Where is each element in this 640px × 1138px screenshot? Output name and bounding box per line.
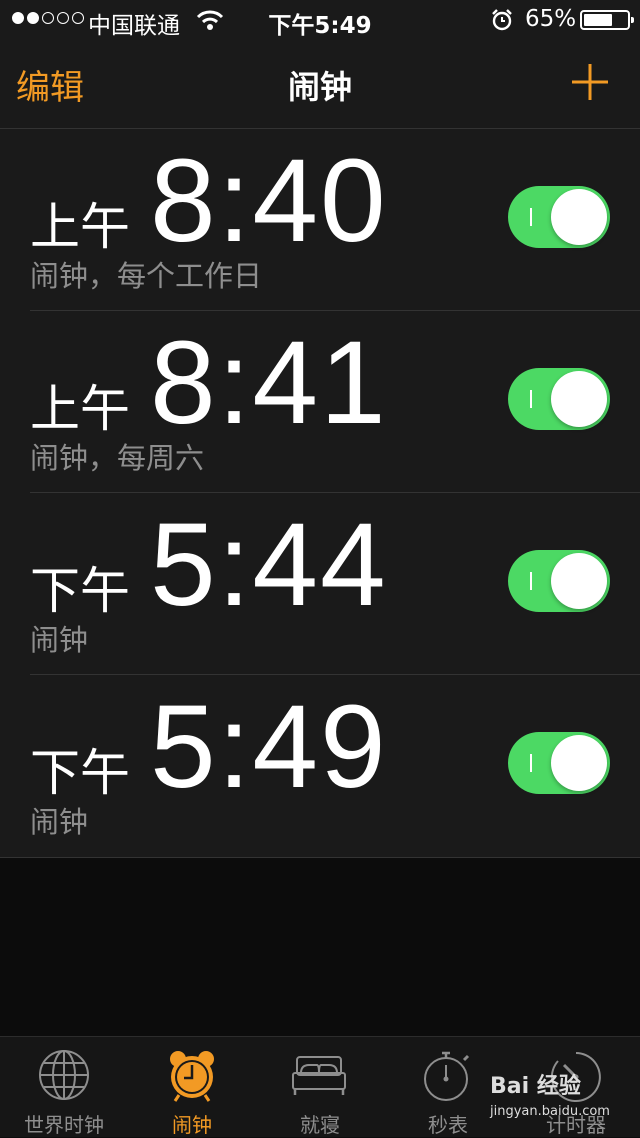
alarm-row[interactable]: 上午 8:41 闹钟，每周六 — [0, 311, 640, 493]
watermark-text: Bai 经验 — [490, 1074, 581, 1099]
tab-label: 世界时钟 — [24, 1113, 104, 1137]
alarm-row[interactable]: 下午 5:44 闹钟 — [0, 493, 640, 675]
watermark-url: jingyan.baidu.com — [490, 1104, 610, 1119]
alarm-toggle[interactable] — [508, 186, 610, 248]
globe-icon — [39, 1050, 89, 1100]
alarm-period: 上午 — [30, 380, 130, 438]
alarm-toggle[interactable] — [508, 550, 610, 612]
bed-icon — [292, 1056, 346, 1095]
alarm-indicator-icon — [490, 8, 514, 38]
battery-percent: 65% — [525, 6, 577, 32]
alarm-period: 上午 — [30, 198, 130, 256]
alarm-clock-icon — [170, 1051, 214, 1102]
add-alarm-button[interactable] — [568, 60, 612, 104]
alarm-period: 下午 — [30, 562, 130, 620]
alarm-time: 5:49 — [150, 681, 388, 813]
tab-bedtime[interactable]: 就寝 — [256, 1037, 384, 1137]
tab-label: 闹钟 — [172, 1113, 212, 1137]
alarm-label: 闹钟 — [30, 623, 89, 657]
alarm-time: 5:44 — [150, 499, 388, 631]
alarm-time: 8:40 — [150, 135, 388, 267]
status-bar: 中国联通 下午5:49 65% — [0, 0, 640, 40]
battery-icon — [580, 10, 634, 30]
alarm-period: 下午 — [30, 744, 130, 802]
alarm-time: 8:41 — [150, 317, 388, 449]
tab-alarm[interactable]: 闹钟 — [128, 1037, 256, 1137]
navigation-bar: 编辑 闹钟 — [0, 40, 640, 129]
alarm-toggle[interactable] — [508, 368, 610, 430]
tab-label: 就寝 — [300, 1113, 340, 1137]
plus-icon — [572, 64, 608, 100]
alarm-list: 上午 8:40 闹钟，每个工作日 上午 8:41 闹钟，每周六 下午 5:44 … — [0, 129, 640, 858]
alarm-label: 闹钟，每周六 — [30, 441, 205, 475]
alarm-row[interactable]: 上午 8:40 闹钟，每个工作日 — [0, 129, 640, 311]
tab-world-clock[interactable]: 世界时钟 — [0, 1037, 128, 1137]
page-title: 闹钟 — [287, 68, 352, 106]
alarm-label: 闹钟 — [30, 805, 89, 839]
stopwatch-icon — [424, 1051, 470, 1101]
alarm-row[interactable]: 下午 5:49 闹钟 — [0, 675, 640, 857]
alarm-toggle[interactable] — [508, 732, 610, 794]
baidu-watermark: Bai 经验 jingyan.baidu.com — [490, 1068, 620, 1132]
alarm-label: 闹钟，每个工作日 — [30, 259, 263, 293]
